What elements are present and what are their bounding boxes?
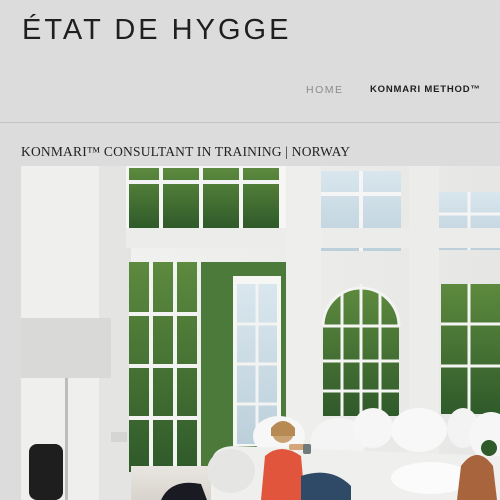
header-divider	[0, 122, 500, 123]
nav-item-home[interactable]: HOME	[306, 84, 344, 96]
hero-photo-illustration	[21, 166, 500, 500]
hero-image	[21, 166, 500, 500]
page-subtitle: KONMARI™ CONSULTANT IN TRAINING | NORWAY	[21, 144, 351, 159]
main-nav: HOME KONMARI METHOD™	[0, 84, 500, 98]
site-logo[interactable]: ÉTAT DE HYGGE	[22, 14, 291, 47]
site-header: ÉTAT DE HYGGE HOME KONMARI METHOD™	[0, 0, 500, 122]
nav-item-konmari-method[interactable]: KONMARI METHOD™	[370, 84, 481, 95]
